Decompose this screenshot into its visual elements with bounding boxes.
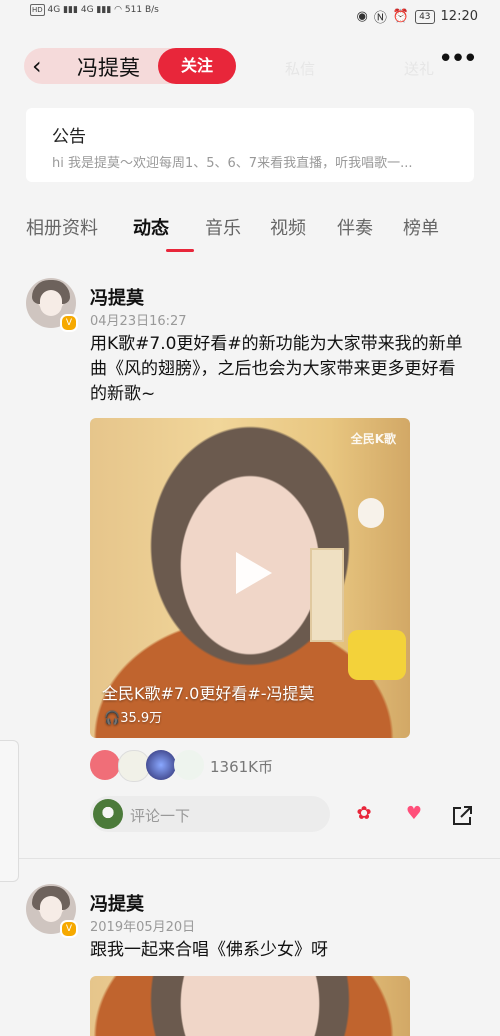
status-right: ◉ Ⓝ ⏰ 43 12:20	[357, 7, 478, 26]
notice-title: 公告	[52, 127, 86, 147]
coin-count: 1361K币	[210, 758, 274, 776]
avatar-face	[40, 896, 62, 922]
tab-feed[interactable]: 动态	[133, 214, 169, 240]
post-text: 用K歌#7.0更好看#的新功能为大家带来我的新单曲《风的翅膀》，之后也会为大家带…	[90, 334, 463, 404]
tab-underline	[166, 249, 194, 252]
profile-header: ‹ 冯提莫 关注 私信 送礼 •••	[0, 32, 500, 102]
video-thumbnail[interactable]	[90, 976, 410, 1036]
side-drawer-handle[interactable]	[0, 740, 19, 882]
video-plays: 🎧35.9万	[104, 707, 162, 726]
wifi-icon: ◠	[114, 5, 123, 15]
post-text: 跟我一起来合唱《佛系少女》呀	[90, 940, 328, 960]
post-date: 04月23日16:27	[90, 314, 187, 329]
status-bar: HD 4G ▮▮▮ 4G ▮▮▮ ◠ 511 B/s ◉ Ⓝ ⏰ 43 12:2…	[0, 0, 500, 32]
profile-tabs: 相册资料 动态 音乐 视频 伴奏 榜单	[26, 214, 476, 254]
back-icon[interactable]: ‹	[32, 52, 42, 80]
eye-icon: ◉	[356, 9, 368, 24]
gift-button[interactable]: 送礼	[404, 58, 434, 79]
gift-icon-bag	[90, 750, 120, 780]
alarm-icon: ⏰	[392, 9, 410, 24]
gift-icon-figure	[174, 750, 204, 780]
clock: 12:20	[440, 9, 478, 24]
headphones-icon: 🎧	[104, 711, 121, 726]
plush-toy-shape	[348, 630, 406, 680]
commenter-avatar	[93, 799, 123, 829]
verified-icon: V	[60, 920, 78, 938]
tab-accompaniment[interactable]: 伴奏	[337, 214, 373, 240]
tab-music[interactable]: 音乐	[205, 214, 241, 240]
post-author[interactable]: 冯提莫	[90, 284, 144, 310]
share-icon[interactable]	[450, 804, 474, 828]
nfc-icon: Ⓝ	[373, 11, 387, 26]
shelf-shape	[310, 548, 344, 642]
status-left: HD 4G ▮▮▮ 4G ▮▮▮ ◠ 511 B/s	[30, 4, 159, 16]
follow-button[interactable]: 关注	[158, 48, 236, 84]
tab-ranking[interactable]: 榜单	[403, 214, 439, 240]
signal-2: 4G	[80, 5, 94, 15]
tab-album[interactable]: 相册资料	[26, 214, 98, 240]
watermark: 全民K歌	[350, 432, 396, 446]
video-thumbnail[interactable]: 全民K歌 全民K歌#7.0更好看#-冯提莫 🎧35.9万	[90, 418, 410, 738]
gift-row[interactable]: 1361K币	[90, 750, 390, 782]
signal-1: 4G	[47, 5, 61, 15]
lamp-shape	[358, 498, 384, 528]
tab-video[interactable]: 视频	[270, 214, 306, 240]
notice-card[interactable]: 公告 hi 我是提莫～欢迎每周1、5、6、7来看我直播，听我唱歌一...	[26, 108, 474, 182]
notice-text: hi 我是提莫～欢迎每周1、5、6、7来看我直播，听我唱歌一...	[52, 156, 413, 171]
net-unit: B/s	[144, 5, 159, 15]
avatar-face	[40, 290, 62, 316]
heart-icon[interactable]: ♥	[402, 802, 426, 826]
comment-input[interactable]: 评论一下	[90, 796, 330, 832]
signal-icon: ▮▮▮	[63, 5, 78, 15]
comment-placeholder: 评论一下	[130, 807, 191, 825]
video-plays-count: 35.9万	[120, 711, 163, 726]
video-title: 全民K歌#7.0更好看#-冯提莫	[102, 684, 315, 703]
battery-icon: 43	[415, 9, 435, 24]
play-icon[interactable]	[228, 550, 274, 596]
post-date: 2019年05月20日	[90, 920, 196, 935]
message-button[interactable]: 私信	[285, 58, 315, 79]
signal-icon-2: ▮▮▮	[96, 5, 112, 15]
post-author[interactable]: 冯提莫	[90, 890, 144, 916]
post-divider	[0, 858, 500, 859]
flower-icon[interactable]: ✿	[352, 802, 376, 826]
net-speed: 511	[124, 5, 143, 15]
gift-icon-galaxy	[146, 750, 176, 780]
verified-icon: V	[60, 314, 78, 332]
more-icon[interactable]: •••	[438, 44, 478, 74]
header-name: 冯提莫	[77, 56, 140, 80]
hd-icon: HD	[30, 4, 45, 16]
